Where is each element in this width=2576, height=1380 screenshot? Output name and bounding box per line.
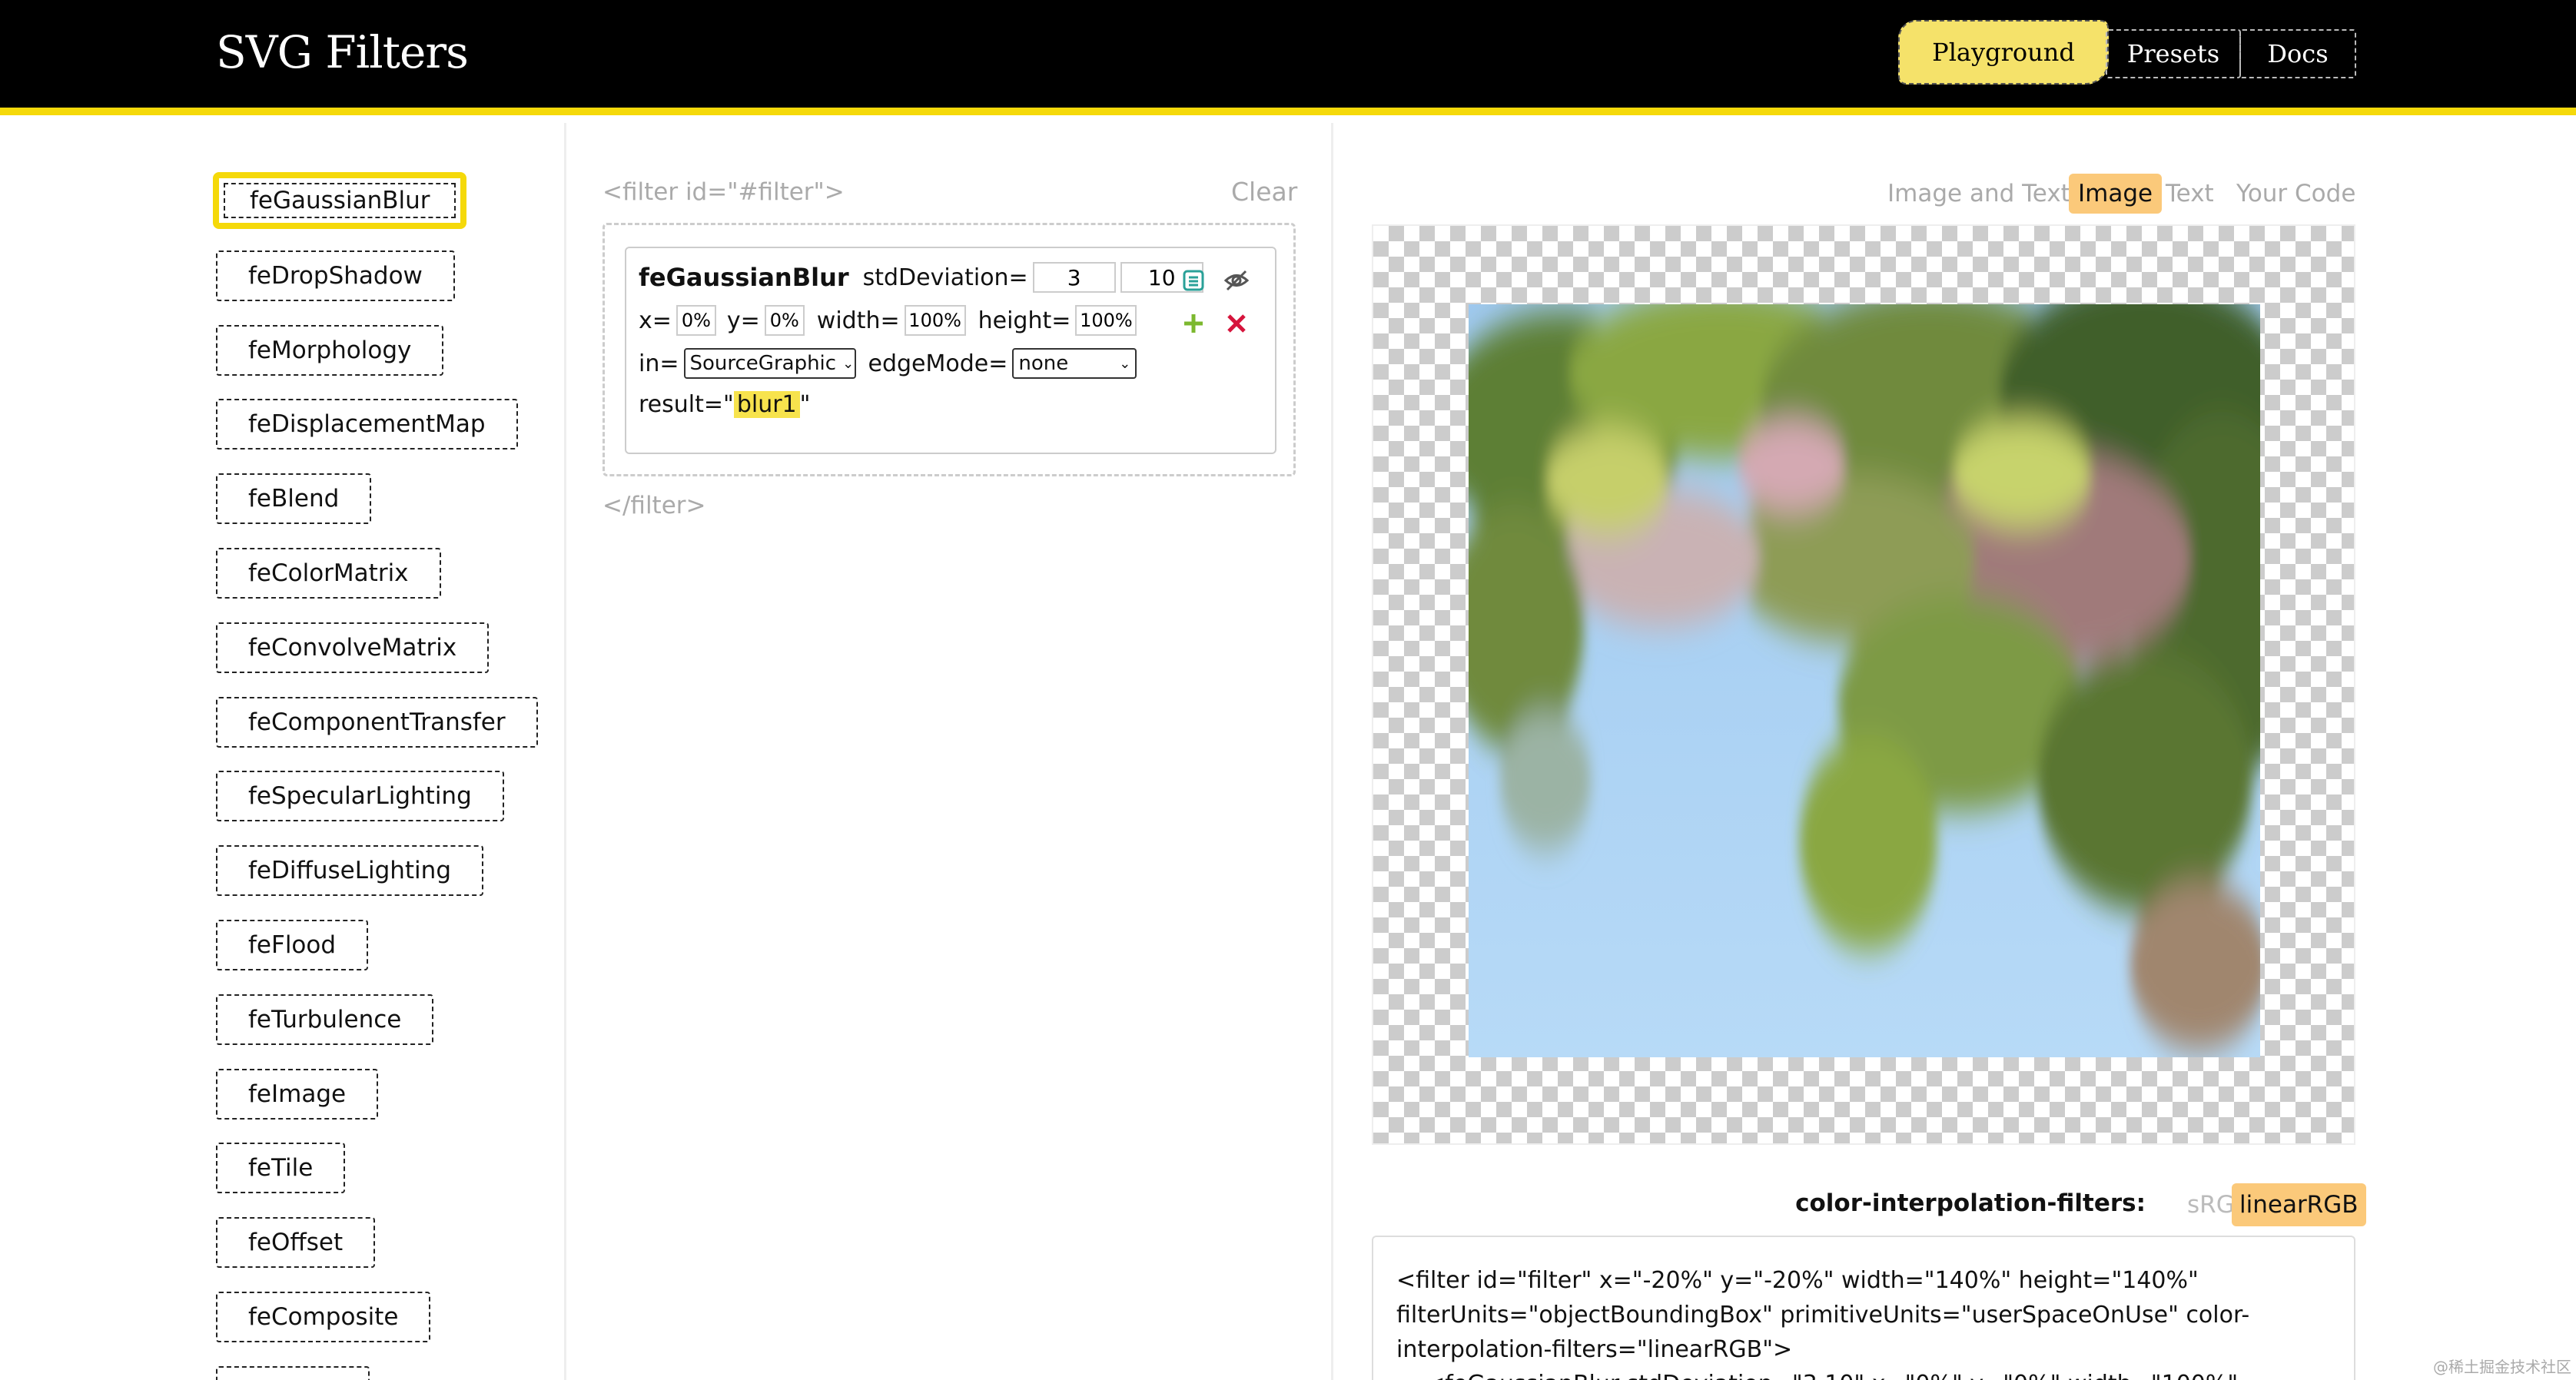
sidebar-item-fegaussianblur[interactable]: feGaussianBlur xyxy=(212,172,467,229)
preview-canvas xyxy=(1372,224,2355,1145)
sidebar-item-feimage[interactable]: feImage xyxy=(216,1069,379,1120)
edge-mode-value: none xyxy=(1018,352,1069,375)
sidebar-item-feoffset[interactable]: feOffset xyxy=(216,1217,376,1268)
filter-close-tag: </filter> xyxy=(603,492,706,519)
column-divider-right xyxy=(1331,123,1333,1380)
x-input[interactable] xyxy=(676,305,716,336)
primitive-row-region: x= y= width= height= xyxy=(639,305,1137,336)
clear-button[interactable]: Clear xyxy=(1231,177,1297,207)
sidebar-item-feflood[interactable]: feFlood xyxy=(216,920,369,970)
tab-your-code[interactable]: Your Code xyxy=(2227,174,2365,214)
sidebar-item-feturbulence[interactable]: feTurbulence xyxy=(216,994,434,1045)
eye-off-icon[interactable] xyxy=(1220,264,1253,297)
height-input[interactable] xyxy=(1075,305,1137,336)
width-input[interactable] xyxy=(904,305,966,336)
app-logo[interactable]: SVG Filters xyxy=(216,26,469,78)
nav-presets[interactable]: Presets xyxy=(2106,29,2241,78)
primitive-name: feGaussianBlur xyxy=(639,263,849,292)
option-linearrgb[interactable]: linearRGB xyxy=(2232,1183,2366,1226)
primitive-row-inputs: in= SourceGraphic ⌄ edgeMode= none ⌄ xyxy=(639,348,1137,379)
close-icon[interactable] xyxy=(1220,307,1253,340)
code-output[interactable]: <filter id="filter" x="-20%" y="-20%" wi… xyxy=(1372,1236,2355,1380)
tab-image-and-text[interactable]: Image and Text xyxy=(1878,174,2080,214)
width-label: width= xyxy=(816,307,900,334)
watermark: @稀土掘金技术社区 xyxy=(2433,1358,2571,1376)
plus-icon[interactable] xyxy=(1177,307,1210,340)
y-label: y= xyxy=(726,307,760,334)
in-select-value: SourceGraphic xyxy=(689,352,837,375)
std-deviation-label: stdDeviation= xyxy=(862,264,1028,291)
primitive-row-std: feGaussianBlur stdDeviation= xyxy=(639,262,1203,293)
sidebar-item-fediffuselighting[interactable]: feDiffuseLighting xyxy=(216,845,483,896)
height-label: height= xyxy=(978,307,1071,334)
column-divider-left xyxy=(564,123,566,1380)
result-input[interactable]: blur1 xyxy=(733,391,800,418)
sidebar-item-femorphology[interactable]: feMorphology xyxy=(216,325,444,376)
in-label: in= xyxy=(639,350,679,377)
sidebar-item-feconvolvematrix[interactable]: feConvolveMatrix xyxy=(216,622,490,673)
primitive-card-fegaussianblur: feGaussianBlur stdDeviation= x= y= width… xyxy=(625,247,1276,454)
result-prefix: result=" xyxy=(639,391,734,418)
sidebar-item-fetile[interactable]: feTile xyxy=(216,1143,346,1193)
edge-mode-label: edgeMode= xyxy=(868,350,1008,377)
x-label: x= xyxy=(639,307,672,334)
sidebar-item-fedisplacementmap[interactable]: feDisplacementMap xyxy=(216,399,518,449)
sidebar-item-fespecularlighting[interactable]: feSpecularLighting xyxy=(216,771,504,821)
filter-open-tag: <filter id="#filter"> xyxy=(603,178,845,206)
in-select[interactable]: SourceGraphic ⌄ xyxy=(683,348,856,379)
sidebar-item-partial[interactable] xyxy=(216,1366,370,1380)
chevron-down-icon: ⌄ xyxy=(842,355,855,372)
result-suffix: " xyxy=(799,391,811,418)
nav-playground[interactable]: Playground xyxy=(1898,20,2109,85)
y-input[interactable] xyxy=(764,305,805,336)
sidebar-item-feblend[interactable]: feBlend xyxy=(216,473,372,524)
tab-text[interactable]: Text xyxy=(2156,174,2223,214)
blurred-photo xyxy=(1469,304,2260,1057)
nav-docs[interactable]: Docs xyxy=(2239,29,2356,78)
std-deviation-x-input[interactable] xyxy=(1032,262,1116,293)
doc-icon[interactable] xyxy=(1177,264,1210,297)
sidebar-item-fedropshadow[interactable]: feDropShadow xyxy=(216,250,455,301)
top-header: SVG Filters Playground Presets Docs xyxy=(0,0,2576,115)
sidebar-item-fecolormatrix[interactable]: feColorMatrix xyxy=(216,548,441,599)
filter-editor: feGaussianBlur stdDeviation= x= y= width… xyxy=(603,223,1296,476)
sidebar-item-fecomponenttransfer[interactable]: feComponentTransfer xyxy=(216,697,538,748)
sidebar-item-fecomposite[interactable]: feComposite xyxy=(216,1292,431,1342)
chevron-down-icon: ⌄ xyxy=(1119,355,1131,372)
tab-image[interactable]: Image xyxy=(2069,174,2163,214)
edge-mode-select[interactable]: none ⌄ xyxy=(1012,348,1137,379)
primitive-row-result: result=" blur1 " xyxy=(639,391,810,418)
color-interpolation-label: color-interpolation-filters: xyxy=(1795,1189,2146,1217)
